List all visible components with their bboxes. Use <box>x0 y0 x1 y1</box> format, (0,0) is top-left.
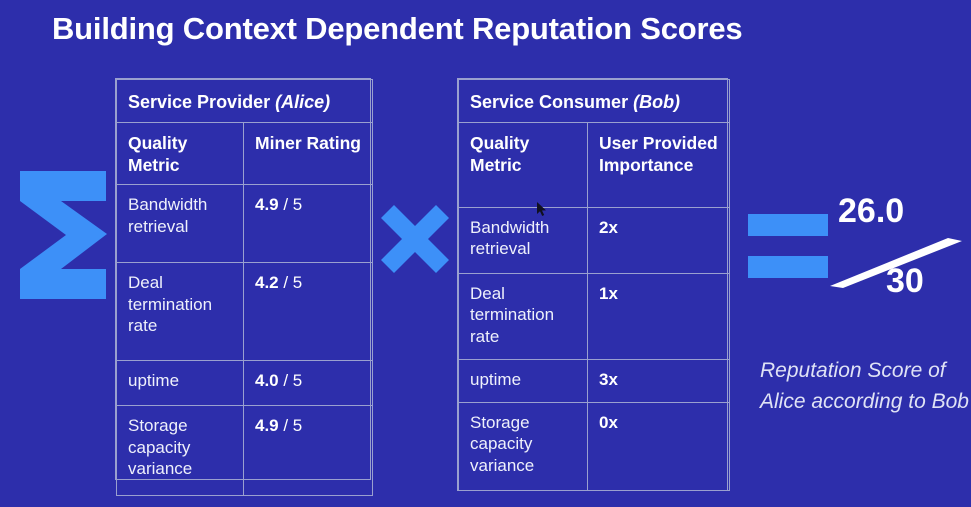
equals-bar-top <box>748 214 828 236</box>
slide-canvas: Building Context Dependent Reputation Sc… <box>0 0 971 507</box>
consumer-col-header-metric: Quality Metric <box>458 121 588 208</box>
table-row-header-title: Service Consumer (Bob) <box>458 79 730 123</box>
provider-col-header-metric: Quality Metric <box>116 121 244 186</box>
consumer-value-3: 0x <box>587 401 730 491</box>
provider-value-1-score: 4.2 <box>255 273 279 293</box>
table-row: Bandwidth retrieval 2x <box>458 206 730 274</box>
table-row: uptime 4.0 / 5 <box>116 360 374 407</box>
table-row-column-headers: Quality Metric Miner Rating <box>116 121 374 186</box>
provider-title-actor: (Alice) <box>275 92 331 112</box>
consumer-col-header-importance: User Provided Importance <box>587 121 730 208</box>
table-row-header-title: Service Provider (Alice) <box>115 79 374 123</box>
reputation-score-fraction: 26.0 30 <box>828 192 968 308</box>
provider-value-1: 4.2 / 5 <box>242 262 374 362</box>
provider-title-text: Service Provider <box>128 92 276 112</box>
provider-value-2-suffix: / 5 <box>278 371 303 391</box>
consumer-table-title: Service Consumer (Bob) <box>458 79 730 123</box>
provider-value-0-suffix: / 5 <box>278 195 303 215</box>
provider-value-1-suffix: / 5 <box>278 273 303 293</box>
table-row: Bandwidth retrieval 4.9 / 5 <box>116 184 374 264</box>
provider-value-3: 4.9 / 5 <box>242 405 374 497</box>
table-row: Storage capacity variance 0x <box>458 401 730 491</box>
consumer-metric-2: uptime <box>458 358 588 403</box>
provider-table-title: Service Provider (Alice) <box>115 79 374 123</box>
result-caption: Reputation Score of Alice according to B… <box>760 359 969 413</box>
provider-metric-3: Storage capacity variance <box>116 405 244 497</box>
consumer-metric-3: Storage capacity variance <box>458 401 588 491</box>
consumer-value-2: 3x <box>587 358 730 403</box>
table-row: Storage capacity variance 4.9 / 5 <box>116 405 374 497</box>
provider-value-2-score: 4.0 <box>255 371 279 391</box>
table-row-column-headers: Quality Metric User Provided Importance <box>458 121 730 208</box>
provider-value-3-score: 4.9 <box>255 416 279 436</box>
provider-value-0: 4.9 / 5 <box>242 184 374 264</box>
consumer-title-text: Service Consumer <box>470 92 634 112</box>
provider-value-0-score: 4.9 <box>255 195 279 215</box>
consumer-title-actor: (Bob) <box>633 92 681 112</box>
provider-metric-1: Deal termination rate <box>116 262 244 362</box>
provider-metric-2: uptime <box>116 360 244 407</box>
multiplication-cross-icon <box>379 203 451 275</box>
page-title: Building Context Dependent Reputation Sc… <box>52 11 743 46</box>
equals-bar-bottom <box>748 256 828 278</box>
mouse-cursor-icon <box>537 202 549 218</box>
service-provider-table: Service Provider (Alice) Quality Metric … <box>115 78 374 497</box>
provider-col-header-rating: Miner Rating <box>242 121 374 186</box>
equals-sign-icon <box>748 214 828 278</box>
provider-value-3-suffix: / 5 <box>278 416 303 436</box>
service-consumer-table: Service Consumer (Bob) Quality Metric Us… <box>457 78 730 491</box>
consumer-value-0: 2x <box>587 206 730 274</box>
fraction-numerator: 26.0 <box>838 192 905 230</box>
table-row: Deal termination rate 1x <box>458 272 730 360</box>
sigma-summation-icon <box>14 168 109 302</box>
provider-value-2: 4.0 / 5 <box>242 360 374 407</box>
table-row: uptime 3x <box>458 358 730 403</box>
table-row: Deal termination rate 4.2 / 5 <box>116 262 374 362</box>
consumer-metric-1: Deal termination rate <box>458 272 588 360</box>
consumer-value-1: 1x <box>587 272 730 360</box>
consumer-metric-0: Bandwidth retrieval <box>458 206 588 274</box>
provider-metric-0: Bandwidth retrieval <box>116 184 244 264</box>
fraction-denominator: 30 <box>886 262 924 300</box>
